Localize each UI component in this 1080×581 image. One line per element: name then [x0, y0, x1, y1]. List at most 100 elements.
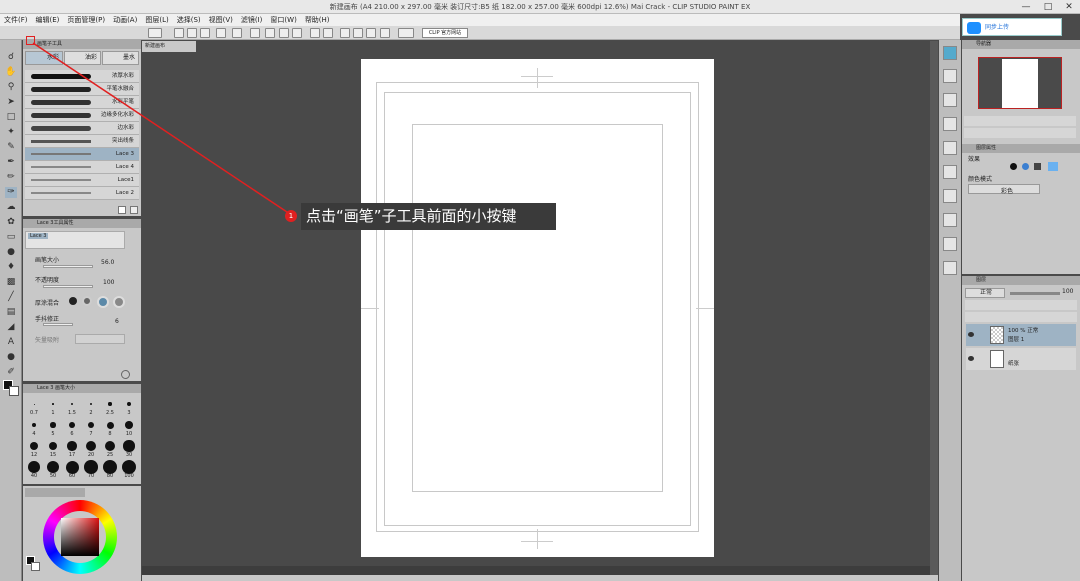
brush-size-cell[interactable]: 50 [44, 459, 62, 479]
opacity-value[interactable]: 100 [103, 279, 114, 286]
maximize-button[interactable]: □ [1038, 1, 1058, 13]
select-all-icon[interactable] [310, 28, 320, 38]
new-file-icon[interactable] [174, 28, 184, 38]
color-mode-select[interactable]: 彩色 [968, 184, 1040, 195]
new-subtool-icon[interactable] [118, 206, 126, 214]
menu-select[interactable]: 选择(S) [173, 14, 205, 26]
brush-size-cell[interactable]: 3 [120, 396, 138, 416]
brush-size-cell[interactable]: 40 [25, 459, 43, 479]
auto-select-icon[interactable]: ✦ [5, 127, 17, 138]
blend-mode-1-icon[interactable] [69, 297, 77, 305]
brush-size-cell[interactable]: 20 [82, 438, 100, 458]
undo-icon[interactable] [216, 28, 226, 38]
effect-icon-3[interactable] [1034, 163, 1041, 170]
airbrush-icon[interactable]: ☁ [5, 202, 17, 213]
fill-tool-icon[interactable]: ♦ [5, 262, 17, 273]
menu-animation[interactable]: 动画(A) [109, 14, 141, 26]
sync-upload-button[interactable]: 同步上传 [962, 18, 1062, 36]
ruler-snap-icon[interactable] [353, 28, 363, 38]
material-icon-9[interactable] [943, 261, 957, 275]
vector-snap-options[interactable] [75, 334, 125, 344]
brush-size-cell[interactable]: 60 [63, 459, 81, 479]
undo-history-icon[interactable] [148, 28, 162, 38]
brush-size-cell[interactable]: 4 [25, 417, 43, 437]
fill-icon[interactable] [279, 28, 289, 38]
tab-watercolor[interactable]: 水彩 [25, 51, 63, 65]
eye-icon[interactable] [968, 356, 974, 361]
sub-color-swatch[interactable] [9, 386, 19, 396]
material-icon-1[interactable] [943, 69, 957, 83]
selection-tool-icon[interactable]: □ [5, 112, 17, 123]
material-icon-5[interactable] [943, 165, 957, 179]
redo-icon[interactable] [232, 28, 242, 38]
correct-line-icon[interactable]: ✐ [5, 367, 17, 378]
horizontal-scrollbar[interactable] [142, 566, 930, 575]
open-file-icon[interactable] [187, 28, 197, 38]
ruler-tool-icon[interactable]: ◢ [5, 322, 17, 333]
brush-size-cell[interactable]: 2 [82, 396, 100, 416]
layer-row-2[interactable]: 纸张 [966, 348, 1076, 370]
brush-size-value[interactable]: 56.0 [101, 259, 114, 266]
magnifier-icon[interactable]: ⚲ [5, 82, 17, 93]
material-icon-7[interactable] [943, 213, 957, 227]
brush-size-cell[interactable]: 80 [101, 459, 119, 479]
balloon-tool-icon[interactable]: ● [5, 352, 17, 363]
material-icon-2[interactable] [943, 93, 957, 107]
snap-icon[interactable] [340, 28, 350, 38]
material-icon-6[interactable] [943, 189, 957, 203]
effect-icon-2[interactable] [1022, 163, 1029, 170]
menu-filter[interactable]: 滤镜(I) [237, 14, 267, 26]
blend-tool-icon[interactable]: ● [5, 247, 17, 258]
layer-toolbar-2[interactable] [965, 312, 1077, 322]
layer-opacity-value[interactable]: 100 [1062, 288, 1073, 295]
settings-icon[interactable] [398, 28, 414, 38]
saturation-square[interactable] [61, 518, 99, 556]
menu-help[interactable]: 帮助(H) [301, 14, 334, 26]
brush-size-cell[interactable]: 10 [120, 417, 138, 437]
figure-tool-icon[interactable]: ╱ [5, 292, 17, 303]
brush-size-cell[interactable]: 7 [82, 417, 100, 437]
list-item[interactable]: Lace1 [25, 174, 139, 187]
brush-tool-icon[interactable]: ✑ [5, 187, 17, 198]
operation-tool-icon[interactable]: ➤ [5, 97, 17, 108]
blend-mode-3-icon[interactable] [97, 296, 109, 308]
deselect-icon[interactable] [323, 28, 333, 38]
brush-size-cell[interactable]: 70 [82, 459, 100, 479]
stabilize-value[interactable]: 6 [115, 318, 119, 325]
close-panel-icon[interactable] [943, 46, 957, 60]
layer-opacity-slider[interactable] [1010, 292, 1060, 295]
brush-size-cell[interactable]: 2.5 [101, 396, 119, 416]
navigator-zoom-bar[interactable] [964, 116, 1076, 126]
brush-size-cell[interactable]: 1 [44, 396, 62, 416]
brush-size-cell[interactable]: 6 [63, 417, 81, 437]
paper[interactable] [361, 59, 714, 557]
color-panel-tabs[interactable] [25, 488, 85, 497]
tab-oil[interactable]: 油彩 [64, 51, 101, 65]
brush-size-cell[interactable]: 12 [25, 438, 43, 458]
stabilize-slider[interactable] [43, 323, 73, 326]
list-item[interactable]: 水彩平笔 [25, 96, 139, 109]
pen-tool-icon[interactable]: ✒ [5, 157, 17, 168]
list-item[interactable]: 突出线条 [25, 135, 139, 148]
list-item[interactable]: 边缘多化水彩 [25, 109, 139, 122]
layer-row-1[interactable]: 100 % 正常 图层 1 [966, 324, 1076, 346]
material-icon-4[interactable] [943, 141, 957, 155]
eyedropper-icon[interactable]: ✎ [5, 142, 17, 153]
blend-mode-2-icon[interactable] [82, 296, 92, 306]
list-item[interactable]: 浓厚水彩 [25, 70, 139, 83]
brush-size-cell[interactable]: 25 [101, 438, 119, 458]
gradient-icon[interactable]: ▩ [5, 277, 17, 288]
eraser-icon[interactable]: ▭ [5, 232, 17, 243]
eye-icon[interactable] [968, 332, 974, 337]
close-button[interactable]: ✕ [1059, 1, 1079, 13]
blend-mode-4-icon[interactable] [113, 296, 125, 308]
menu-window[interactable]: 窗口(W) [266, 14, 300, 26]
menu-page[interactable]: 页面管理(P) [63, 14, 109, 26]
list-item[interactable]: Lace 2 [25, 187, 139, 200]
layer-toolbar-1[interactable] [965, 300, 1077, 310]
brush-size-slider[interactable] [43, 265, 93, 268]
opacity-slider[interactable] [43, 285, 93, 288]
save-file-icon[interactable] [200, 28, 210, 38]
list-item[interactable]: 平笔水融合 [25, 83, 139, 96]
delete-subtool-icon[interactable] [130, 206, 138, 214]
